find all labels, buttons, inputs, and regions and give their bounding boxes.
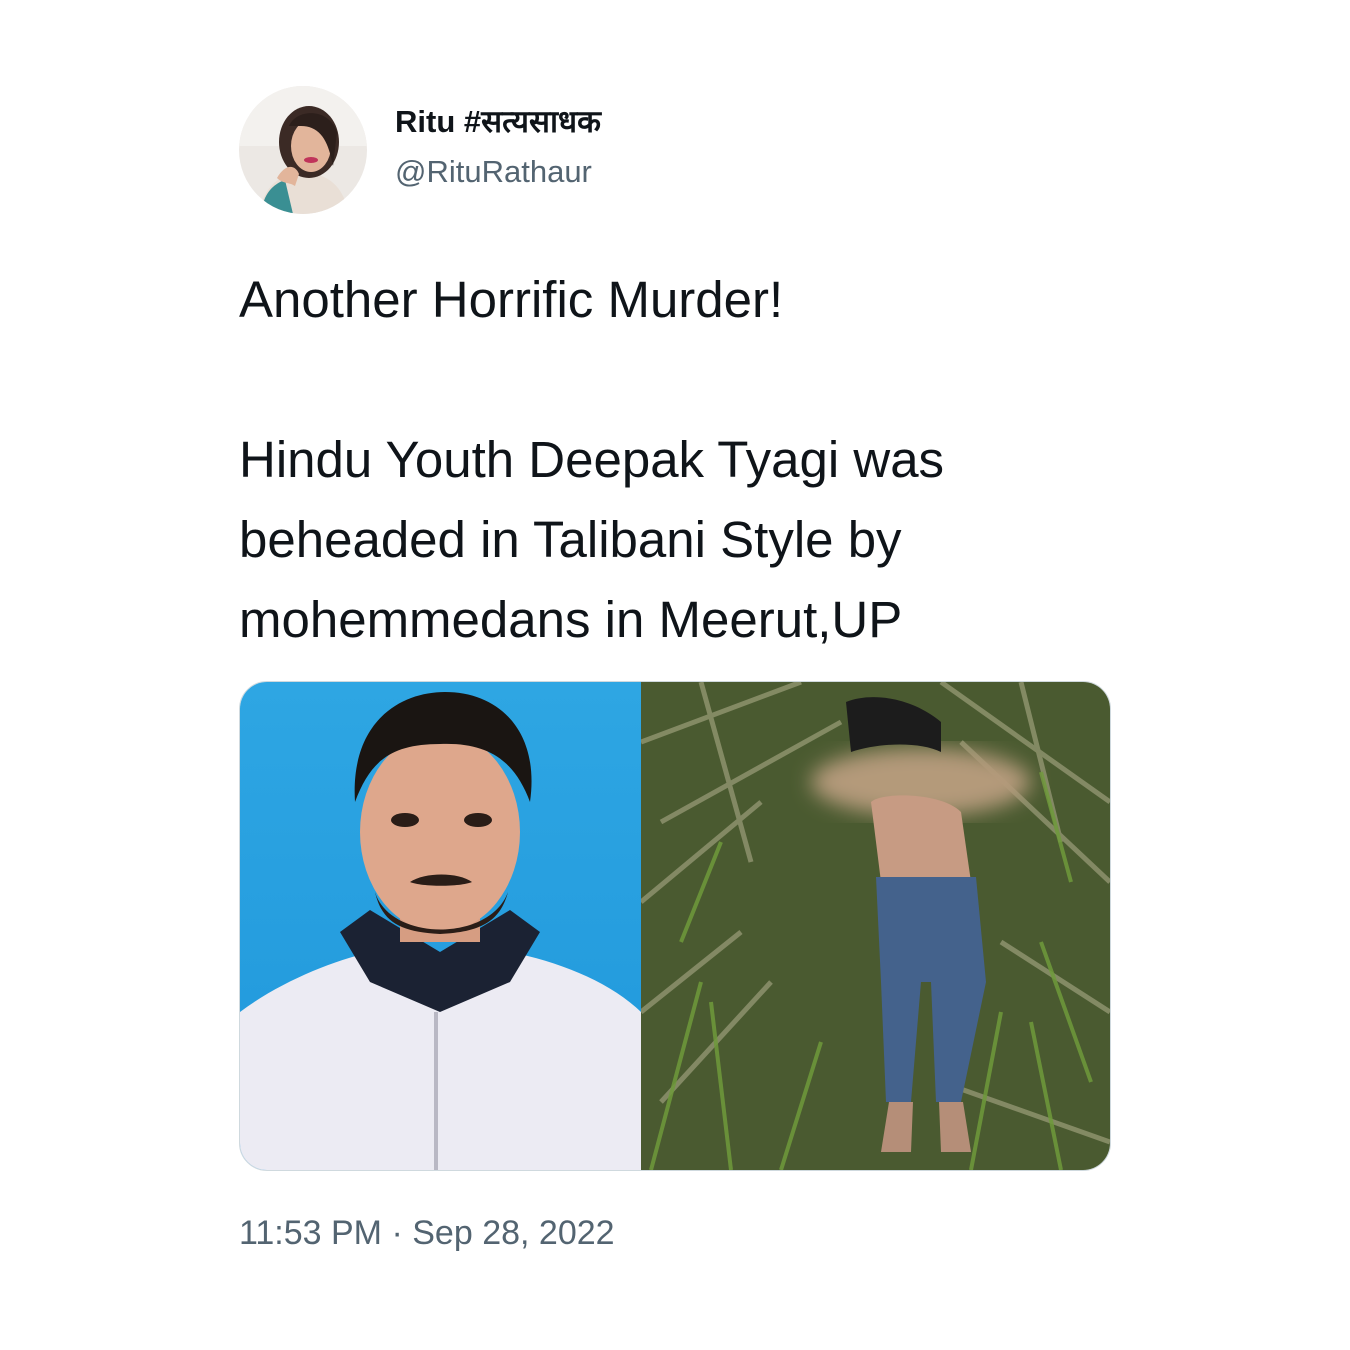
tweet-card: Ritu #सत्यसाधक @RituRathaur Another Horr…: [239, 86, 1111, 1252]
media-photo-portrait[interactable]: [240, 682, 641, 1170]
field-photo: [641, 682, 1110, 1170]
tweet-timestamp[interactable]: 11:53 PM · Sep 28, 2022: [239, 1213, 615, 1253]
author-names: Ritu #सत्यसाधक @RituRathaur: [395, 104, 601, 192]
media-photo-field[interactable]: [641, 682, 1110, 1170]
tweet-media[interactable]: [239, 681, 1111, 1171]
tweet-text-line-2: Hindu Youth Deepak Tyagi was beheaded in…: [239, 431, 945, 648]
author-avatar[interactable]: [239, 86, 367, 214]
tweet-text: Another Horrific Murder! Hindu Youth Dee…: [239, 260, 1111, 660]
portrait-photo: [240, 682, 641, 1170]
tweet-text-line-1: Another Horrific Murder!: [239, 271, 784, 328]
author-handle[interactable]: @RituRathaur: [395, 152, 601, 192]
timestamp-separator: ·: [391, 1214, 403, 1252]
tweet-date: Sep 28, 2022: [412, 1214, 615, 1252]
tweet-time: 11:53 PM: [239, 1214, 383, 1252]
avatar-image: [239, 86, 367, 214]
tweet-header: Ritu #सत्यसाधक @RituRathaur: [239, 86, 1111, 214]
author-display-name[interactable]: Ritu #सत्यसाधक: [395, 102, 601, 142]
